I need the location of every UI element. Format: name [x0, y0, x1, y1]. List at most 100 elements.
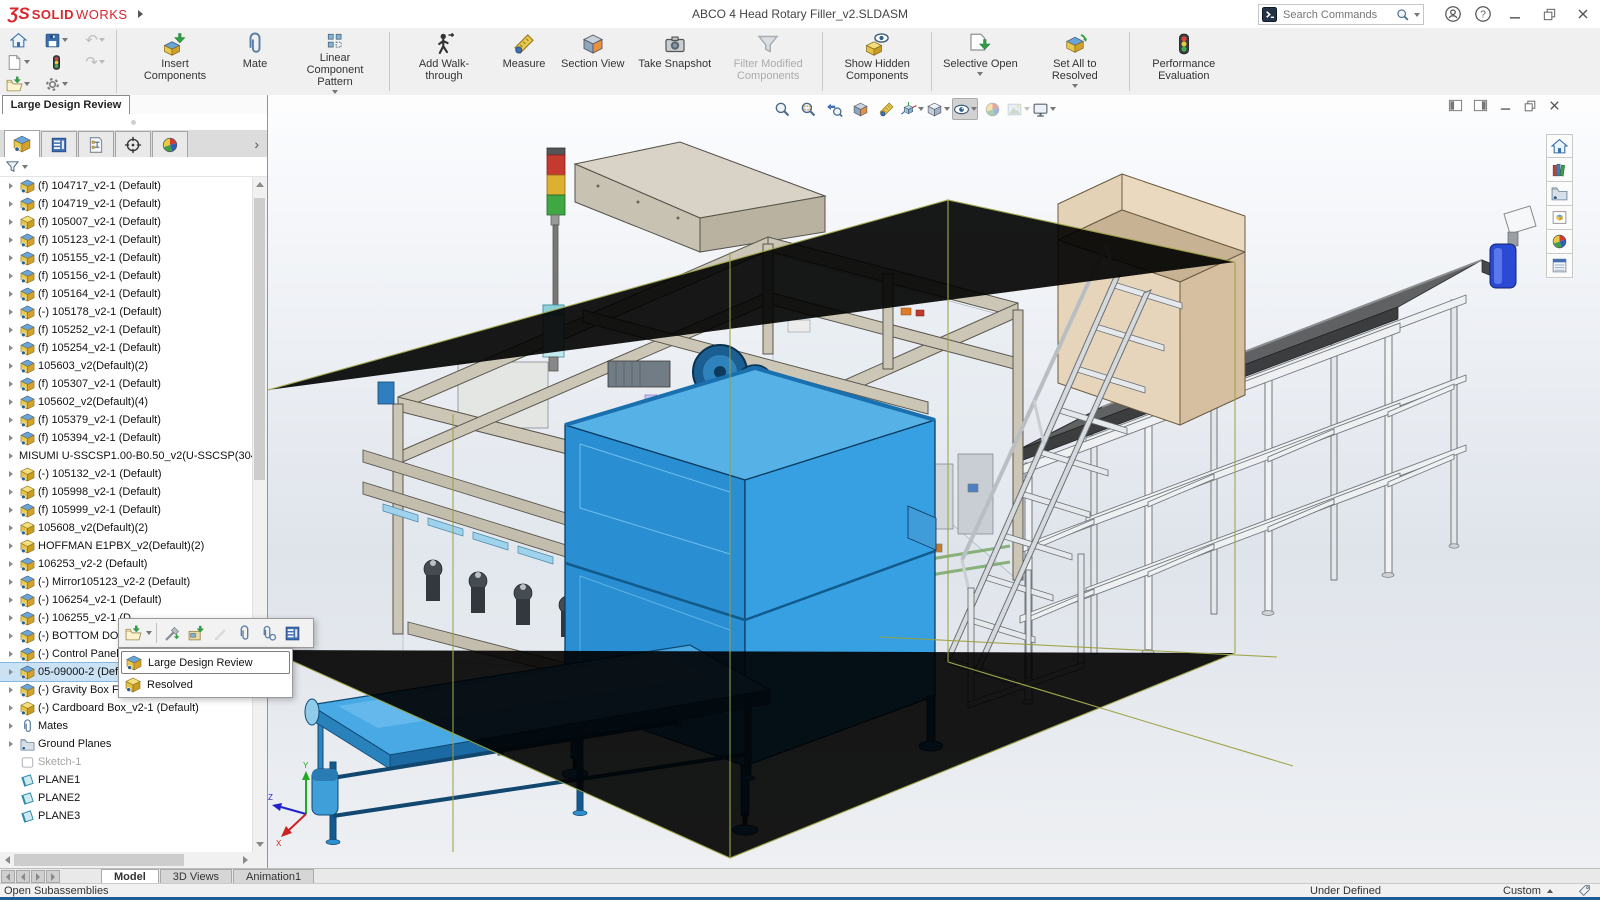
- tree-item-106254-v2-1-default[interactable]: (-) 106254_v2-1 (Default): [0, 591, 252, 609]
- open-button[interactable]: [6, 76, 30, 93]
- tree-item-106253-v2-2-default[interactable]: 106253_v2-2 (Default): [0, 555, 252, 573]
- doc-close-icon[interactable]: [1547, 98, 1562, 113]
- expand-arrow-icon[interactable]: [9, 435, 13, 441]
- expand-arrow-icon[interactable]: [9, 237, 13, 243]
- last-tab-button[interactable]: [46, 870, 60, 883]
- doc-tab-3d-views[interactable]: 3D Views: [159, 869, 233, 883]
- doc-restore-icon[interactable]: [1523, 99, 1537, 113]
- tree-item-f-105123-v2-1-default[interactable]: (f) 105123_v2-1 (Default): [0, 231, 252, 249]
- prev-tab-button[interactable]: [16, 870, 30, 883]
- first-tab-button[interactable]: [1, 870, 15, 883]
- cmd-filter-modified-components[interactable]: Filter Modified Components: [718, 28, 818, 95]
- task-pane-view-palette-icon[interactable]: [1546, 206, 1573, 230]
- expand-arrow-icon[interactable]: [9, 651, 13, 657]
- display-style-icon[interactable]: [926, 98, 950, 120]
- tree-item-105602-v2-default-4[interactable]: 105602_v2(Default)(4): [0, 393, 252, 411]
- expand-arrow-icon[interactable]: [9, 525, 13, 531]
- tree-item-f-105999-v2-1-default[interactable]: (f) 105999_v2-1 (Default): [0, 501, 252, 519]
- tree-item-f-104719-v2-1-default[interactable]: (f) 104719_v2-1 (Default): [0, 195, 252, 213]
- edit-appearance-icon[interactable]: [980, 98, 1004, 120]
- manager-tab-configurations[interactable]: [78, 131, 114, 157]
- tree-vscroll-thumb[interactable]: [254, 198, 265, 480]
- tab-large-design-review[interactable]: Large Design Review: [2, 95, 130, 114]
- new-document-button[interactable]: [6, 54, 30, 71]
- expand-panel-arrow[interactable]: ›: [254, 136, 259, 152]
- tree-item-f-105155-v2-1-default[interactable]: (f) 105155_v2-1 (Default): [0, 249, 252, 267]
- expand-arrow-icon[interactable]: [9, 345, 13, 351]
- task-pane-resources-icon[interactable]: [1546, 134, 1573, 158]
- task-pane-design-library-icon[interactable]: [1546, 158, 1573, 182]
- tree-item-misumi-u-sscsp1-00-b0-50-v2-u-[interactable]: MISUMI U-SSCSP1.00-B0.50_v2(U-SSCSP(304 …: [0, 447, 252, 465]
- expand-arrow-icon[interactable]: [9, 453, 13, 459]
- tree-item-105608-v2-default-2[interactable]: 105608_v2(Default)(2): [0, 519, 252, 537]
- tree-item-f-105156-v2-1-default[interactable]: (f) 105156_v2-1 (Default): [0, 267, 252, 285]
- zoom-fit-icon[interactable]: [770, 98, 794, 120]
- cmd-linear-component-pattern[interactable]: Linear Component Pattern: [285, 28, 385, 95]
- tree-item-f-104717-v2-1-default[interactable]: (f) 104717_v2-1 (Default): [0, 177, 252, 195]
- undo-button[interactable]: ↶: [85, 33, 105, 48]
- cmd-selective-open[interactable]: Selective Open: [936, 28, 1025, 95]
- hide-show-items-icon[interactable]: [952, 98, 978, 120]
- task-pane-file-explorer-icon[interactable]: [1546, 182, 1573, 206]
- task-pane-custom-properties-icon[interactable]: [1546, 254, 1573, 278]
- tree-item-105178-v2-1-default[interactable]: (-) 105178_v2-1 (Default): [0, 303, 252, 321]
- manager-tab-dimxpert[interactable]: [115, 131, 151, 157]
- expand-arrow-icon[interactable]: [9, 579, 13, 585]
- ctx-open-drawing-icon[interactable]: [185, 622, 207, 644]
- expand-arrow-icon[interactable]: [9, 507, 13, 513]
- tree-item-f-105007-v2-1-default[interactable]: (f) 105007_v2-1 (Default): [0, 213, 252, 231]
- tree-item-ground-planes[interactable]: Ground Planes: [0, 735, 252, 753]
- expand-arrow-icon[interactable]: [9, 183, 13, 189]
- expand-arrow-icon[interactable]: [9, 255, 13, 261]
- expand-arrow-icon[interactable]: [9, 219, 13, 225]
- redo-button[interactable]: ↷: [85, 55, 105, 70]
- expand-arrow-icon[interactable]: [9, 471, 13, 477]
- expand-arrow-icon[interactable]: [9, 363, 13, 369]
- manager-tab-assembly[interactable]: [4, 130, 40, 157]
- doc-tab-model[interactable]: Model: [101, 869, 159, 883]
- zoom-area-icon[interactable]: [796, 98, 820, 120]
- cmd-performance-evaluation[interactable]: Performance Evaluation: [1134, 28, 1234, 95]
- expand-arrow-icon[interactable]: [9, 327, 13, 333]
- expand-arrow-icon[interactable]: [9, 417, 13, 423]
- manager-tab-properties[interactable]: [41, 131, 77, 157]
- expand-arrow-icon[interactable]: [9, 399, 13, 405]
- previous-view-icon[interactable]: [822, 98, 846, 120]
- expand-arrow-icon[interactable]: [9, 291, 13, 297]
- ctx-view-dependencies-icon[interactable]: [257, 622, 279, 644]
- tree-item-f-105252-v2-1-default[interactable]: (f) 105252_v2-1 (Default): [0, 321, 252, 339]
- expand-arrow-icon[interactable]: [9, 723, 13, 729]
- tree-item-f-105254-v2-1-default[interactable]: (f) 105254_v2-1 (Default): [0, 339, 252, 357]
- cmd-measure[interactable]: Measure: [494, 28, 554, 95]
- close-button[interactable]: [1570, 3, 1596, 25]
- save-button[interactable]: [44, 32, 68, 49]
- menu-item-large-design-review[interactable]: Large Design Review: [121, 651, 290, 674]
- search-commands-box[interactable]: [1258, 4, 1424, 25]
- expand-arrow-icon[interactable]: [9, 669, 13, 675]
- expand-arrow-icon[interactable]: [9, 597, 13, 603]
- view-orientation-icon[interactable]: [900, 98, 924, 120]
- expand-arrow-icon[interactable]: [9, 741, 13, 747]
- filter-funnel-icon[interactable]: [5, 159, 20, 174]
- manager-tab-display[interactable]: [152, 131, 188, 157]
- apply-scene-icon[interactable]: [1006, 98, 1030, 120]
- collapse-left-pane-icon[interactable]: [1448, 98, 1463, 113]
- cmd-add-walk-through[interactable]: Add Walk-through: [394, 28, 494, 95]
- tree-item-plane3[interactable]: PLANE3: [0, 807, 252, 825]
- measure-icon[interactable]: [874, 98, 898, 120]
- expand-arrow-icon[interactable]: [9, 309, 13, 315]
- home-button[interactable]: [10, 32, 27, 49]
- ctx-open-caret[interactable]: [146, 631, 152, 635]
- tree-item-f-105394-v2-1-default[interactable]: (f) 105394_v2-1 (Default): [0, 429, 252, 447]
- tree-item-105603-v2-default-2[interactable]: 105603_v2(Default)(2): [0, 357, 252, 375]
- doc-tab-animation1[interactable]: Animation1: [233, 869, 315, 883]
- tree-item-f-105998-v2-1-default[interactable]: (f) 105998_v2-1 (Default): [0, 483, 252, 501]
- expand-arrow-icon[interactable]: [9, 381, 13, 387]
- cmd-set-all-to-resolved[interactable]: Set All to Resolved: [1025, 28, 1125, 95]
- tree-item-plane1[interactable]: PLANE1: [0, 771, 252, 789]
- restore-button[interactable]: [1536, 3, 1562, 25]
- expand-arrow-icon[interactable]: [9, 615, 13, 621]
- ctx-open-component-icon[interactable]: [122, 622, 144, 644]
- expand-arrow-icon[interactable]: [9, 273, 13, 279]
- search-caret[interactable]: [1414, 12, 1420, 17]
